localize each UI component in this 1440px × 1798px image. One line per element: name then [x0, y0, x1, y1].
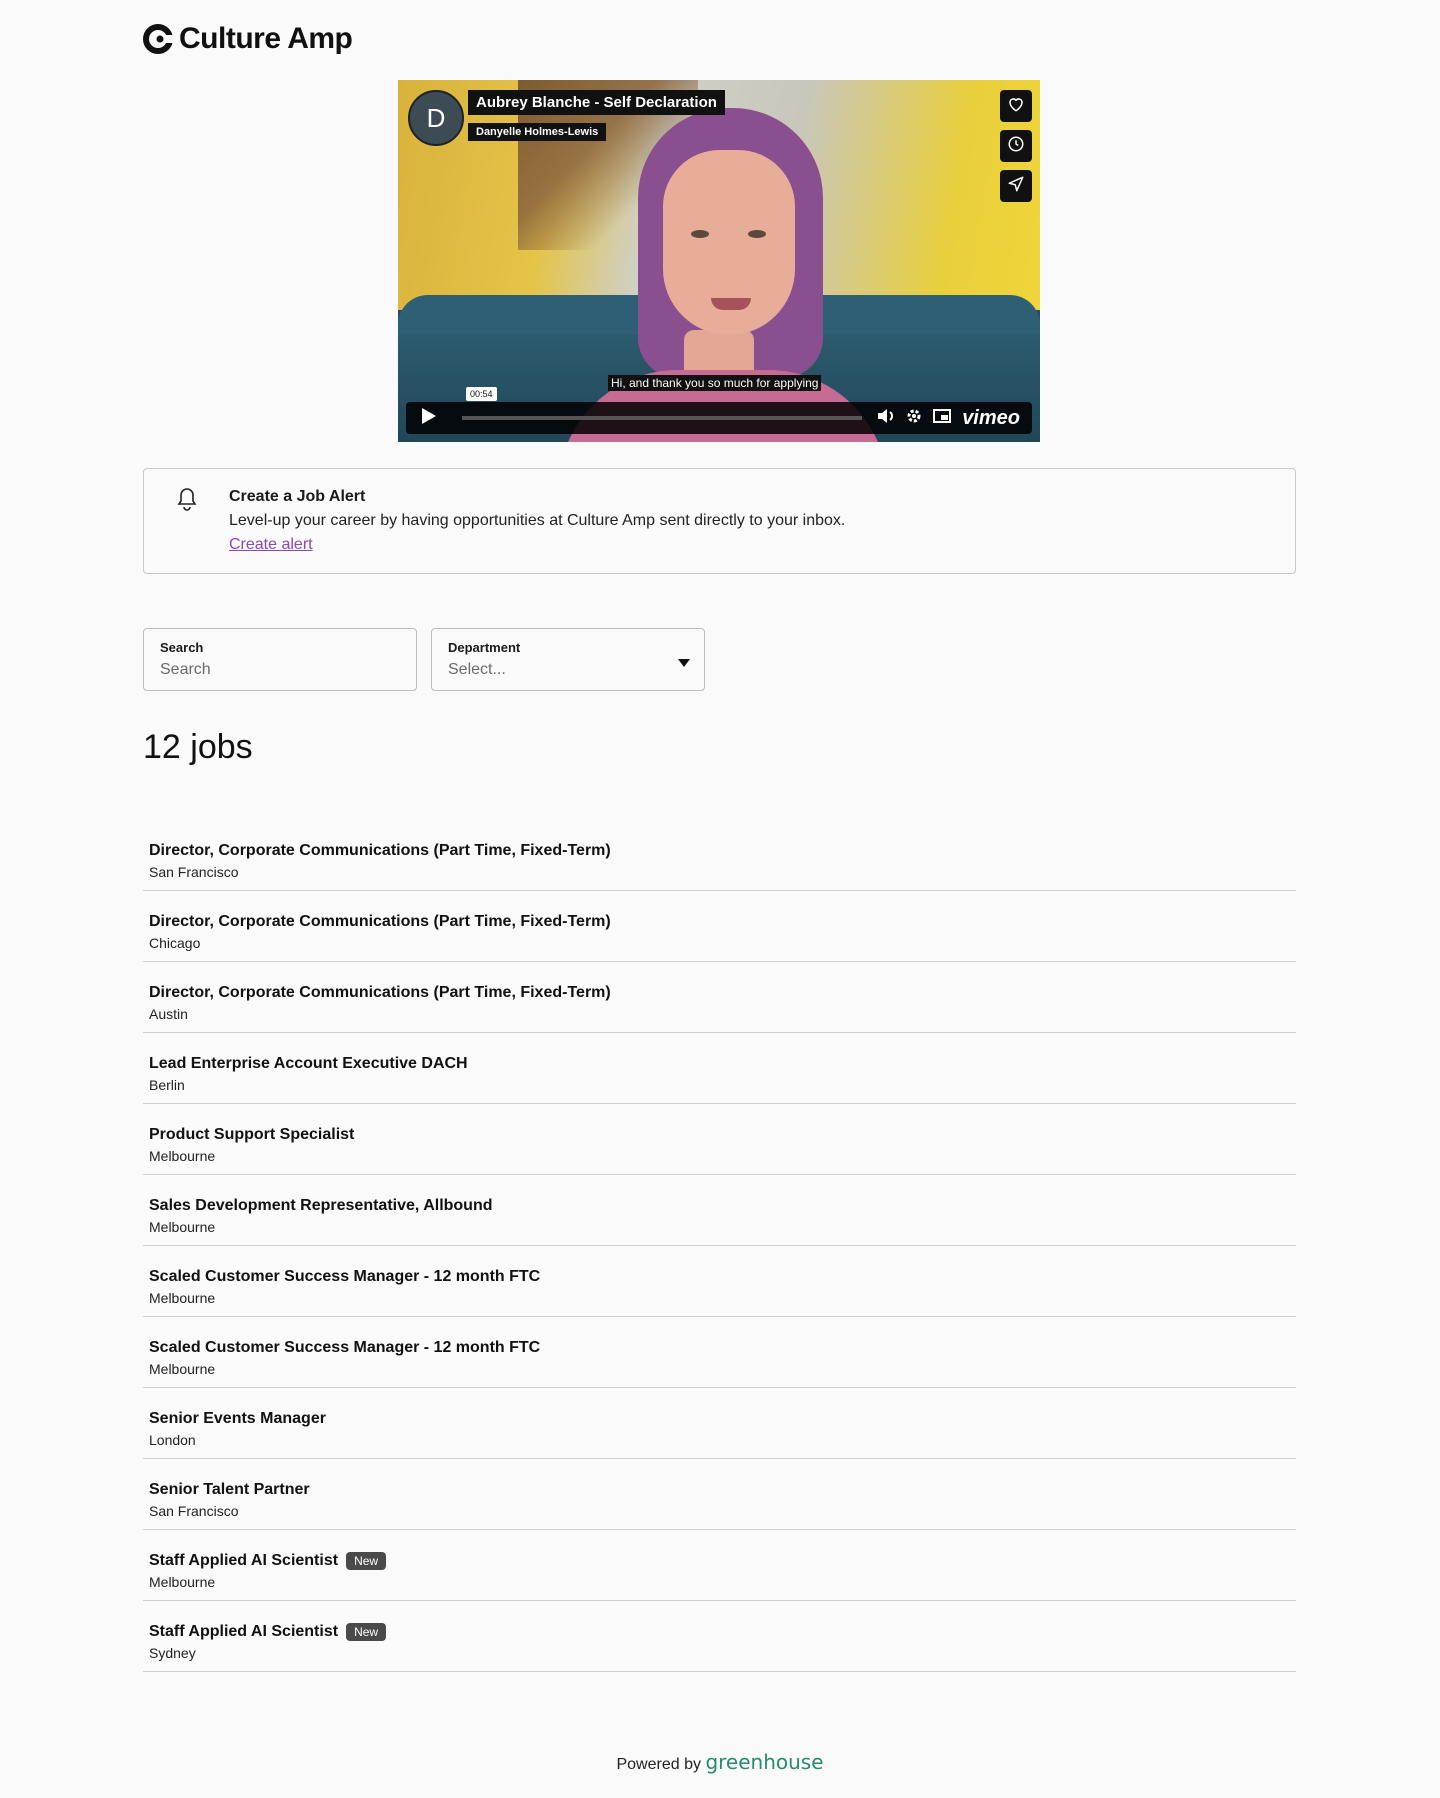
bell-icon [176, 487, 198, 511]
video-person-eye [691, 230, 709, 238]
footer: Powered by greenhouse [0, 1750, 1440, 1774]
job-alert-card: Create a Job Alert Level-up your career … [143, 468, 1296, 574]
job-location: Sydney [149, 1645, 196, 1661]
job-title-link[interactable]: Director, Corporate Communications (Part… [149, 842, 611, 860]
job-location: Melbourne [149, 1148, 216, 1164]
job-location: Austin [149, 1006, 188, 1022]
job-title-link[interactable]: Director, Corporate Communications (Part… [149, 984, 611, 1002]
job-location: Melbourne [149, 1290, 216, 1306]
job-row[interactable]: Sales Development Representative, Allbou… [143, 1175, 1296, 1246]
job-row[interactable]: Director, Corporate Communications (Part… [143, 962, 1296, 1033]
volume-button[interactable] [872, 402, 900, 434]
job-row[interactable]: Director, Corporate Communications (Part… [143, 820, 1296, 891]
job-title-link[interactable]: Senior Events Manager [149, 1410, 326, 1428]
clock-icon [1007, 135, 1025, 158]
job-title-row: Director, Corporate Communications (Part… [149, 913, 1296, 931]
department-placeholder[interactable]: Select... [448, 661, 506, 679]
job-title-link[interactable]: Staff Applied AI Scientist [149, 1552, 338, 1570]
job-title-link[interactable]: Sales Development Representative, Allbou… [149, 1197, 493, 1215]
chevron-down-icon[interactable] [678, 659, 690, 667]
powered-by-text: Powered by [616, 1756, 701, 1773]
new-badge: New [346, 1552, 387, 1570]
video-author-avatar[interactable]: D [408, 90, 464, 146]
video-byline[interactable]: Danyelle Holmes-Lewis [468, 123, 607, 141]
job-row[interactable]: Lead Enterprise Account Executive DACH Be… [143, 1033, 1296, 1104]
job-title-link[interactable]: Scaled Customer Success Manager - 12 mon… [149, 1268, 540, 1286]
job-title-row: Lead Enterprise Account Executive DACH [149, 1055, 1296, 1073]
settings-icon [906, 408, 922, 429]
job-title-link[interactable]: Scaled Customer Success Manager - 12 mon… [149, 1339, 540, 1357]
jobs-count: 12 jobs [143, 728, 253, 766]
video-person-eye [748, 230, 766, 238]
job-title-link[interactable]: Product Support Specialist [149, 1126, 354, 1144]
job-row[interactable]: Product Support Specialist Melbourne [143, 1104, 1296, 1175]
video-player[interactable]: D Aubrey Blanche - Self Declaration Dany… [398, 80, 1040, 442]
job-row[interactable]: Staff Applied AI Scientist New Sydney [143, 1601, 1296, 1672]
video-progress-bar[interactable] [462, 416, 863, 420]
job-list: Director, Corporate Communications (Part… [143, 820, 1296, 1672]
job-title-link[interactable]: Director, Corporate Communications (Part… [149, 913, 611, 931]
search-input[interactable] [160, 661, 400, 679]
job-location: Melbourne [149, 1574, 216, 1590]
watch-later-button[interactable] [1000, 130, 1032, 162]
job-row[interactable]: Senior Events Manager London [143, 1388, 1296, 1459]
like-button[interactable] [1000, 90, 1032, 122]
brand-name: Culture Amp [179, 22, 353, 55]
department-select[interactable]: Department Select... [431, 628, 705, 691]
job-row[interactable]: Staff Applied AI Scientist New Melbourne [143, 1530, 1296, 1601]
job-location: Berlin [149, 1077, 185, 1093]
job-location: Melbourne [149, 1361, 216, 1377]
vimeo-logo[interactable]: vimeo [956, 407, 1032, 430]
new-badge: New [346, 1623, 387, 1641]
department-label: Department [448, 640, 521, 655]
picture-in-picture-button[interactable] [928, 402, 956, 434]
culture-amp-logo-icon [143, 24, 174, 54]
settings-button[interactable] [900, 402, 928, 434]
job-row[interactable]: Scaled Customer Success Manager - 12 mon… [143, 1317, 1296, 1388]
job-alert-description: Level-up your career by having opportuni… [229, 512, 846, 529]
play-icon [421, 407, 437, 430]
greenhouse-logo[interactable]: greenhouse [705, 1750, 823, 1774]
job-title-row: Senior Talent Partner [149, 1481, 1296, 1499]
job-title-row: Sales Development Representative, Allbou… [149, 1197, 1296, 1215]
job-title-row: Scaled Customer Success Manager - 12 mon… [149, 1339, 1296, 1357]
job-title-link[interactable]: Lead Enterprise Account Executive DACH [149, 1055, 468, 1073]
job-title-row: Staff Applied AI Scientist New [149, 1552, 1296, 1570]
job-location: San Francisco [149, 864, 239, 880]
play-button[interactable] [406, 402, 452, 434]
volume-icon [877, 408, 895, 429]
job-location: Chicago [149, 935, 201, 951]
job-title-row: Staff Applied AI Scientist New [149, 1623, 1296, 1641]
job-row[interactable]: Senior Talent Partner San Francisco [143, 1459, 1296, 1530]
job-title-link[interactable]: Staff Applied AI Scientist [149, 1623, 338, 1641]
search-field[interactable]: Search [143, 628, 417, 691]
video-title[interactable]: Aubrey Blanche - Self Declaration [468, 90, 725, 115]
video-time: 00:54 [466, 387, 497, 401]
job-title-link[interactable]: Senior Talent Partner [149, 1481, 310, 1499]
video-person-mouth [711, 298, 751, 310]
send-icon [1007, 175, 1025, 198]
job-title-row: Senior Events Manager [149, 1410, 1296, 1428]
video-controls: vimeo [406, 402, 1032, 434]
heart-icon [1007, 95, 1025, 118]
job-alert-title: Create a Job Alert [229, 488, 366, 505]
job-title-row: Scaled Customer Success Manager - 12 mon… [149, 1268, 1296, 1286]
job-location: London [149, 1432, 196, 1448]
video-caption: Hi, and thank you so much for applying [608, 375, 822, 391]
job-title-row: Director, Corporate Communications (Part… [149, 842, 1296, 860]
job-title-row: Product Support Specialist [149, 1126, 1296, 1144]
culture-amp-logo[interactable]: Culture Amp [143, 22, 353, 56]
pip-icon [933, 408, 952, 428]
search-label: Search [160, 640, 204, 655]
job-location: Melbourne [149, 1219, 216, 1235]
job-title-row: Director, Corporate Communications (Part… [149, 984, 1296, 1002]
job-location: San Francisco [149, 1503, 239, 1519]
job-row[interactable]: Director, Corporate Communications (Part… [143, 891, 1296, 962]
job-row[interactable]: Scaled Customer Success Manager - 12 mon… [143, 1246, 1296, 1317]
share-button[interactable] [1000, 170, 1032, 202]
create-alert-link[interactable]: Create alert [229, 536, 313, 554]
